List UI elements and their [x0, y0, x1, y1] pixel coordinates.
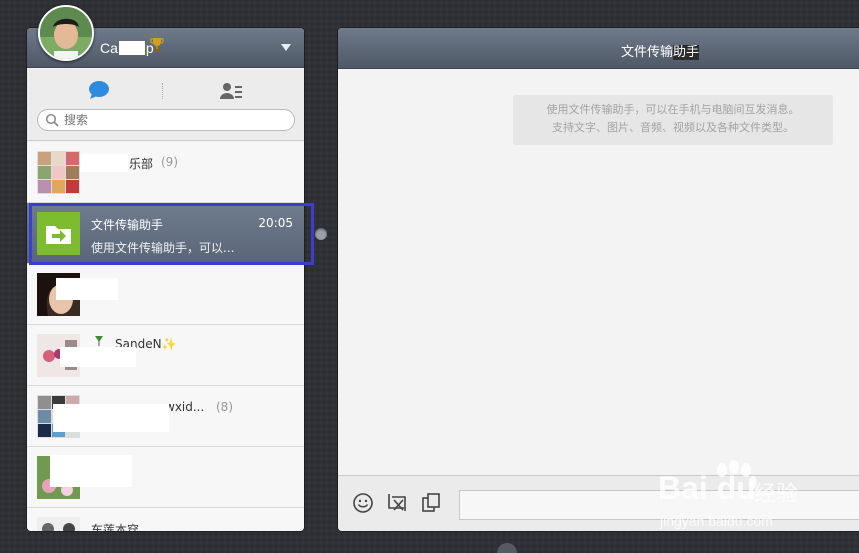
- contact-avatar: [37, 517, 80, 531]
- chat-member-count: (9): [161, 155, 178, 169]
- conversation-header: 文件传输助手: [338, 28, 859, 69]
- watermark-brand: Bai du: [658, 470, 756, 506]
- avatar[interactable]: [38, 5, 94, 61]
- username-prefix: Ca: [100, 40, 118, 56]
- search-input[interactable]: [64, 112, 284, 128]
- flag-icon: [95, 336, 103, 346]
- trophy-icon: [150, 38, 164, 52]
- conversation-title-part: 文件传输: [621, 45, 674, 60]
- group-avatar: [37, 151, 80, 194]
- profile-dropdown-icon[interactable]: [281, 44, 291, 51]
- name-redaction: [56, 278, 118, 300]
- chat-list: 乐部 (9) 文件传输助手 20:05 使用文件传输助手，可以... Sande…: [27, 142, 304, 531]
- tab-divider: [162, 83, 163, 99]
- emoji-icon[interactable]: [352, 492, 374, 514]
- search-box[interactable]: [37, 109, 295, 131]
- copy-icon[interactable]: [420, 492, 442, 514]
- system-message-line: 支持文字、图片、音频、视频以及各种文件类型。: [552, 121, 794, 134]
- bottom-handle[interactable]: [497, 543, 517, 553]
- tabs-area: [27, 69, 304, 141]
- name-redaction: [80, 154, 128, 172]
- chat-list-panel: Ca p 搜索 乐部 (9) 文件传输助手 20:05 使用文件传输助手，可以.…: [27, 28, 304, 531]
- contacts-icon[interactable]: [219, 81, 243, 101]
- chat-title: 乐部: [129, 157, 154, 171]
- chat-icon[interactable]: [88, 80, 110, 100]
- selection-highlight: [29, 203, 314, 265]
- conversation-panel: 文件传输助手 使用文件传输助手，可以在手机与电脑间互发消息。 支持文字、图片、音…: [338, 28, 859, 531]
- chat-item-group[interactable]: 乐部 (9): [27, 142, 304, 203]
- conversation-title-selected: 助手: [673, 45, 700, 60]
- conversation-title: 文件传输助手: [621, 41, 700, 60]
- screenshot-icon[interactable]: [386, 492, 408, 514]
- name-redaction: [118, 41, 145, 55]
- panel-handle[interactable]: [315, 228, 327, 240]
- chat-member-count: (8): [216, 400, 233, 414]
- system-message-line: 使用文件传输助手，可以在手机与电脑间互发消息。: [546, 103, 800, 116]
- name-redaction: [50, 455, 132, 487]
- chat-title: 车莲本穿: [91, 523, 140, 531]
- chat-item-group[interactable]: wxid... (8): [27, 386, 304, 447]
- name-redaction: [53, 404, 169, 432]
- watermark-cn: 经验: [754, 482, 799, 507]
- chat-title: wxid...: [165, 400, 205, 414]
- watermark-url: jingyan.baidu.com: [660, 513, 773, 529]
- name-redaction: [60, 347, 136, 367]
- chat-item-contact[interactable]: [27, 447, 304, 508]
- system-message: 使用文件传输助手，可以在手机与电脑间互发消息。 支持文字、图片、音频、视频以及各…: [513, 95, 833, 145]
- chat-item-contact[interactable]: [27, 264, 304, 325]
- username: Ca p: [100, 40, 154, 56]
- chat-item-contact[interactable]: SandeN✨: [27, 325, 304, 386]
- search-icon: [45, 113, 59, 127]
- chat-item-contact[interactable]: 车莲本穿: [27, 508, 304, 531]
